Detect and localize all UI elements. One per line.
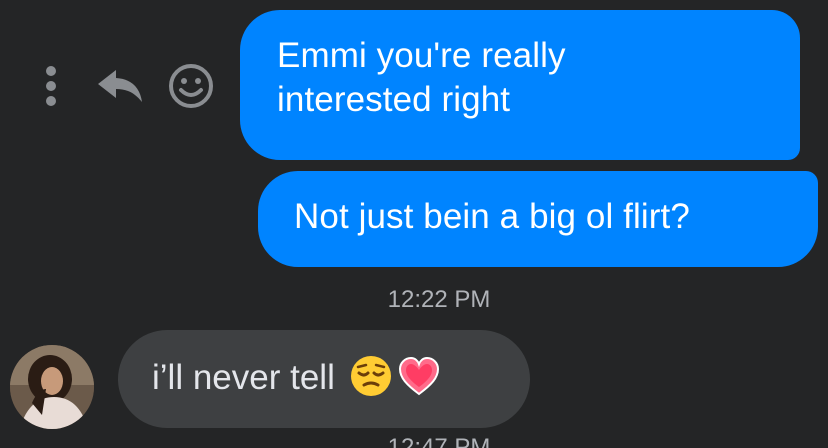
message-text: Not just bein a big ol flirt? — [294, 197, 690, 236]
pink-heart-emoji — [397, 354, 441, 398]
more-vertical-icon[interactable] — [40, 65, 62, 107]
outgoing-message-bubble[interactable]: Emmi you're really interested right — [240, 10, 800, 160]
message-text-line: Emmi you're really — [277, 36, 566, 75]
message-actions — [40, 62, 220, 110]
reply-icon[interactable] — [96, 66, 144, 106]
contact-avatar[interactable] — [10, 345, 94, 429]
message-text: i’ll never tell — [152, 358, 335, 397]
message-timestamp: 12:22 PM — [387, 286, 491, 313]
outgoing-message-bubble[interactable]: Not just bein a big ol flirt? — [258, 171, 818, 267]
chat-thread: Emmi you're really interested right Not … — [0, 0, 828, 448]
avatar-photo — [10, 345, 94, 429]
relieved-face-emoji — [349, 354, 393, 398]
incoming-message-bubble[interactable]: i’ll never tell — [118, 330, 530, 428]
message-timestamp: 12:47 PM — [387, 434, 491, 448]
react-smiley-icon[interactable] — [166, 62, 216, 110]
message-text-line: interested right — [277, 80, 511, 119]
